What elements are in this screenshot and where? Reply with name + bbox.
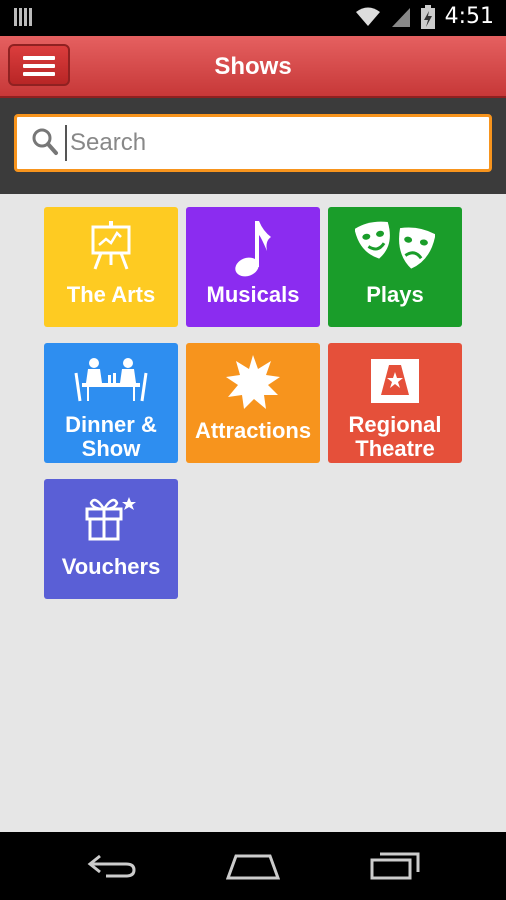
battery-icon	[420, 4, 435, 29]
star-burst-icon	[226, 355, 280, 409]
tile-dinner-and-show[interactable]: Dinner & Show	[44, 343, 178, 463]
stage-icon	[371, 359, 419, 403]
search-box[interactable]	[14, 114, 492, 172]
home-button[interactable]	[226, 850, 280, 880]
tile-attractions[interactable]: Attractions	[186, 343, 320, 463]
tile-plays[interactable]: Plays	[328, 207, 462, 327]
back-icon	[87, 854, 136, 878]
tile-label: Vouchers	[61, 554, 161, 579]
tile-regional-theatre[interactable]: Regional Theatre	[328, 343, 462, 463]
search-icon	[32, 128, 58, 155]
menu-button[interactable]	[8, 44, 70, 86]
wifi-icon	[355, 7, 380, 26]
tile-label: Musicals	[206, 282, 300, 307]
back-button[interactable]	[86, 850, 138, 880]
recent-apps-icon	[370, 852, 420, 880]
tile-the-arts[interactable]: The Arts	[44, 207, 178, 327]
clock: 4:51	[444, 4, 494, 29]
tile-musicals[interactable]: Musicals	[186, 207, 320, 327]
tile-label: Attractions	[194, 418, 312, 443]
dinner-table-icon	[74, 358, 148, 402]
tile-label: Dinner & Show	[65, 412, 157, 461]
tile-label: Plays	[366, 282, 424, 307]
gift-icon	[85, 497, 136, 541]
page-title: Shows	[214, 53, 292, 80]
hamburger-icon	[23, 56, 55, 60]
home-icon	[226, 854, 280, 880]
tile-label: The Arts	[66, 282, 156, 307]
recent-apps-button[interactable]	[370, 850, 420, 880]
tile-vouchers[interactable]: Vouchers	[44, 479, 178, 599]
notification-icon	[14, 8, 32, 26]
search-input[interactable]	[65, 125, 465, 161]
signal-icon	[391, 7, 410, 27]
tile-label: Regional Theatre	[348, 412, 442, 461]
easel-icon	[91, 221, 131, 270]
theatre-masks-icon	[355, 221, 435, 269]
music-note-icon	[235, 221, 271, 277]
navigation-bar	[0, 832, 506, 900]
status-bar: 4:51	[0, 0, 506, 36]
app-bar: Shows	[0, 36, 506, 98]
search-bar	[0, 98, 506, 194]
